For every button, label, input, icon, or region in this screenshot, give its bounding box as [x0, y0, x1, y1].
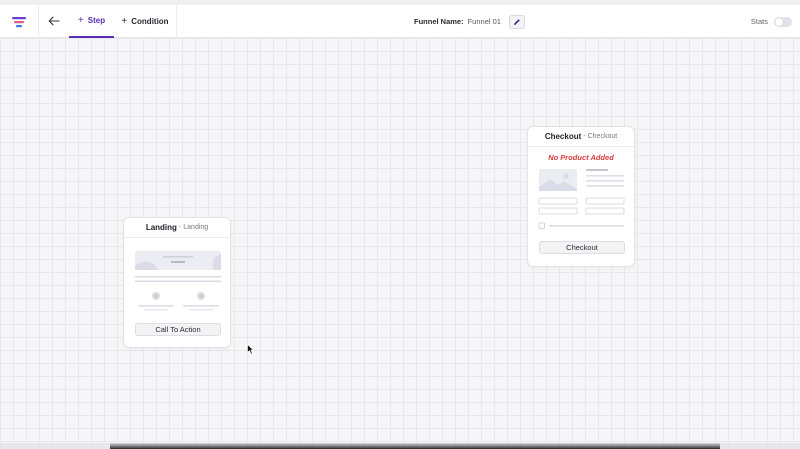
call-to-action-button[interactable]: Call To Action [135, 323, 221, 336]
checkout-node-title: Checkout - Checkout [528, 127, 634, 147]
funnel-name-value: Funnel 01 [467, 17, 501, 26]
tab-step[interactable]: + Step [69, 5, 114, 38]
checkout-page-preview-illustration [538, 169, 625, 229]
node-separator: - [178, 224, 182, 231]
stats-label: Stats [750, 17, 768, 26]
node-name: Landing [145, 223, 177, 232]
landing-node[interactable]: Landing - Landing Call To Action [123, 217, 231, 348]
pencil-icon [513, 18, 520, 25]
funnel-name: Funnel Name: Funnel 01 [414, 5, 525, 38]
node-type: Landing [183, 224, 209, 231]
plus-icon: + [121, 15, 128, 27]
node-type: Checkout [587, 133, 618, 140]
tab-condition-label: Condition [131, 17, 169, 26]
plus-icon: + [77, 14, 84, 26]
funnel-logo[interactable] [0, 5, 39, 38]
mouse-cursor-icon [247, 344, 255, 355]
funnel-canvas[interactable]: Landing - Landing Call To Action Checkou… [0, 38, 800, 443]
bottom-scroll-shadow [110, 443, 720, 449]
node-name: Checkout [544, 132, 582, 141]
top-toolbar: + Step + Condition Funnel Name: Funnel 0… [0, 5, 800, 38]
checkout-node[interactable]: Checkout - Checkout No Product Added Che… [527, 126, 635, 267]
tab-condition[interactable]: + Condition [114, 5, 177, 38]
back-arrow-icon [48, 16, 60, 26]
tab-step-label: Step [87, 16, 106, 25]
back-button[interactable] [39, 5, 69, 38]
landing-page-preview-illustration [135, 251, 221, 311]
funnel-logo-icon [12, 17, 26, 28]
funnel-name-label: Funnel Name: [414, 17, 464, 26]
stats-toggle[interactable] [774, 16, 792, 27]
landing-node-title: Landing - Landing [124, 218, 230, 238]
checkout-button[interactable]: Checkout [539, 241, 625, 254]
edit-funnel-name-button[interactable] [508, 14, 525, 29]
no-product-warning: No Product Added [548, 153, 614, 162]
node-separator: - [583, 133, 586, 140]
stats-toggle-group: Stats [751, 5, 792, 38]
